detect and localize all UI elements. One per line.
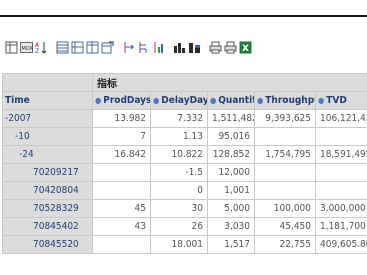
row-dimension-header[interactable]: Time bbox=[2, 91, 93, 110]
value-cell: 9,393,625 bbox=[254, 109, 316, 128]
drill-down-icon[interactable] bbox=[151, 40, 165, 55]
expand-bullet-icon[interactable]: ● bbox=[153, 96, 159, 105]
measure-header: 指标 bbox=[91, 73, 367, 92]
column-header-label: Throughput bbox=[265, 95, 315, 106]
top-divider bbox=[0, 15, 367, 17]
svg-text:MDX: MDX bbox=[21, 46, 33, 52]
value-cell: 10.822 bbox=[150, 145, 208, 164]
value-cell: 0 bbox=[150, 181, 208, 200]
expand-bullet-icon[interactable]: ● bbox=[257, 96, 263, 105]
value-cell: 18,591,495.802 bbox=[314, 145, 367, 164]
pivot-row: 70209217 -1.5 12,000 bbox=[2, 163, 367, 182]
value-cell bbox=[314, 127, 367, 146]
value-cell bbox=[314, 181, 367, 200]
value-cell: 1,754,795 bbox=[254, 145, 316, 164]
value-cell: 45 bbox=[92, 199, 151, 218]
row-member[interactable]: 70420804 bbox=[2, 181, 93, 200]
value-cell: 45,450 bbox=[254, 217, 316, 236]
value-cell bbox=[92, 181, 151, 200]
measure-column-header[interactable]: ●DelayDays bbox=[150, 91, 208, 110]
value-cell: -1.5 bbox=[150, 163, 208, 182]
value-cell: 16.842 bbox=[92, 145, 151, 164]
column-header-label: TVD bbox=[326, 95, 347, 106]
pivot-row: -10 7 1.13 95,016 bbox=[2, 127, 367, 146]
row-member[interactable]: -2007 bbox=[2, 109, 93, 128]
value-cell: 7.332 bbox=[150, 109, 208, 128]
expand-bullet-icon[interactable]: ● bbox=[95, 96, 101, 105]
pivot-row: -24 16.842 10.822 128,852 1,754,795 18,591,49… bbox=[2, 145, 367, 164]
value-cell: 409,605.802 bbox=[314, 235, 367, 254]
value-cell: 1,181,700 bbox=[314, 217, 367, 236]
pivot-row: 70845402 43 26 3,030 45,450 1,181,700 bbox=[2, 217, 367, 236]
value-cell: 128,852 bbox=[207, 145, 255, 164]
svg-text:X: X bbox=[242, 44, 249, 54]
column-header-label: DelayDays bbox=[161, 95, 206, 106]
column-header-label: ProdDays bbox=[103, 95, 151, 106]
value-cell: 22,755 bbox=[254, 235, 316, 254]
mdx-icon[interactable]: MDX bbox=[19, 40, 33, 55]
value-cell: 1,517 bbox=[207, 235, 255, 254]
value-cell: 26 bbox=[150, 217, 208, 236]
excel-export-icon[interactable]: X bbox=[238, 40, 252, 55]
grid-view-icon[interactable] bbox=[4, 40, 18, 55]
pivot-row: -2007 13.982 7.332 1,511,482 9,393,625 106,12… bbox=[2, 109, 367, 128]
sort-az-icon[interactable]: AZ bbox=[34, 40, 48, 55]
column-layout-icon[interactable] bbox=[85, 40, 99, 55]
value-cell bbox=[254, 181, 316, 200]
measure-column-header[interactable]: ●Throughput bbox=[254, 91, 316, 110]
table-layout-icon[interactable] bbox=[55, 40, 69, 55]
expand-members-icon[interactable] bbox=[136, 40, 150, 55]
value-cell: 7 bbox=[92, 127, 151, 146]
value-cell: 43 bbox=[92, 217, 151, 236]
bar-chart-icon[interactable] bbox=[172, 40, 186, 55]
value-cell: 13.982 bbox=[92, 109, 151, 128]
value-cell: 3,030 bbox=[207, 217, 255, 236]
row-member[interactable]: 70845402 bbox=[2, 217, 93, 236]
row-member[interactable]: -24 bbox=[2, 145, 93, 164]
value-cell: 1,001 bbox=[207, 181, 255, 200]
value-cell bbox=[314, 163, 367, 182]
pivot-row: 70845520 18.0011,51722,755409,605.802 bbox=[2, 235, 367, 254]
chart-line-icon[interactable] bbox=[121, 40, 135, 55]
value-cell: 3,000,000 bbox=[314, 199, 367, 218]
value-cell: 18.001 bbox=[150, 235, 208, 254]
column-header-label: Quantity bbox=[218, 95, 253, 106]
value-cell: 5,000 bbox=[207, 199, 255, 218]
row-layout-icon[interactable] bbox=[70, 40, 84, 55]
expand-bullet-icon[interactable]: ● bbox=[318, 96, 324, 105]
value-cell: 106,121,426.549 bbox=[314, 109, 367, 128]
pivot-row: 70420804 0 1,001 bbox=[2, 181, 367, 200]
value-cell: 1,511,482 bbox=[207, 109, 255, 128]
value-cell bbox=[254, 163, 316, 182]
print-preview-icon[interactable] bbox=[223, 40, 237, 55]
value-cell: 95,016 bbox=[207, 127, 255, 146]
row-member[interactable]: 70528329 bbox=[2, 199, 93, 218]
value-cell bbox=[92, 163, 151, 182]
measure-column-header[interactable]: ● ProdDays bbox=[92, 91, 151, 110]
value-cell: 100,000 bbox=[254, 199, 316, 218]
pivot-row: 70528329 45 30 5,000 100,000 3,000,000 bbox=[2, 199, 367, 218]
print-icon[interactable] bbox=[208, 40, 222, 55]
toolbar: MDX AZ X bbox=[4, 38, 253, 56]
value-cell: 30 bbox=[150, 199, 208, 218]
measure-column-header[interactable]: ●Quantity bbox=[207, 91, 255, 110]
corner-cell bbox=[2, 73, 93, 92]
value-cell: 1.13 bbox=[150, 127, 208, 146]
row-member[interactable]: -10 bbox=[2, 127, 93, 146]
export-sheet-icon[interactable] bbox=[100, 40, 114, 55]
value-cell bbox=[254, 127, 316, 146]
pivot-table: 指标 Time ●ProdDays●DelayDays●Quantity●Thr… bbox=[2, 73, 367, 254]
measure-column-header[interactable]: ● TVD bbox=[314, 91, 367, 110]
value-cell: 12,000 bbox=[207, 163, 255, 182]
stacked-bar-icon[interactable] bbox=[187, 40, 201, 55]
svg-text:Z: Z bbox=[35, 48, 39, 54]
value-cell bbox=[92, 235, 151, 254]
row-member[interactable]: 70209217 bbox=[2, 163, 93, 182]
expand-bullet-icon[interactable]: ● bbox=[210, 96, 216, 105]
row-member[interactable]: 70845520 bbox=[2, 235, 93, 254]
